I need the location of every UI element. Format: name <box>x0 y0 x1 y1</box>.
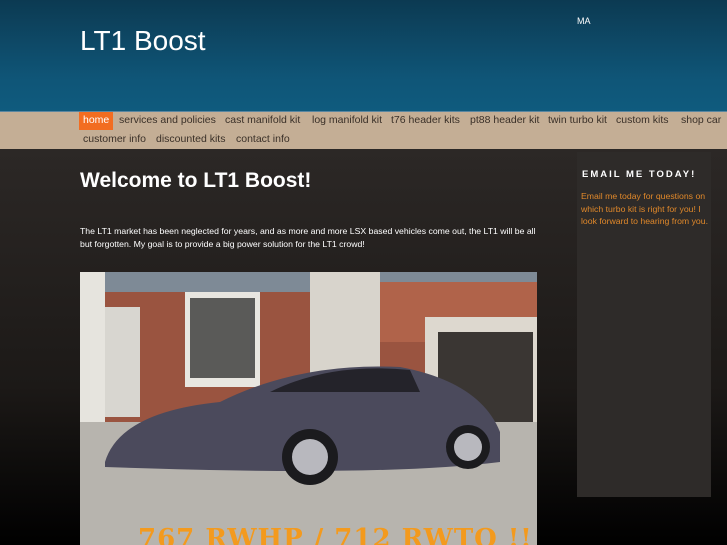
nav-services-and-policies[interactable]: services and policies <box>115 113 220 127</box>
page-title: Welcome to LT1 Boost! <box>80 169 312 192</box>
nav-shop-car[interactable]: shop car <box>677 113 725 127</box>
photo-caption: 767 RWHP / 712 RWTQ !! <box>138 524 533 545</box>
car-photo-illustration <box>80 272 537 545</box>
nav-contact-info[interactable]: contact info <box>232 132 294 146</box>
sidebar-email-box: EMAIL ME TODAY! Email me today for quest… <box>577 152 711 497</box>
nav-t76-header-kits[interactable]: t76 header kits <box>387 113 464 127</box>
nav-home[interactable]: home <box>79 112 114 130</box>
sidebar-title: EMAIL ME TODAY! <box>582 169 697 180</box>
site-header: LT1 Boost MA <box>0 0 727 111</box>
header-location: MA <box>577 16 591 26</box>
nav-discounted-kits[interactable]: discounted kits <box>152 132 229 146</box>
nav-pt88-header-kit[interactable]: pt88 header kit <box>466 113 543 127</box>
nav-log-manifold-kit[interactable]: log manifold kit <box>308 113 386 127</box>
nav-custom-kits[interactable]: custom kits <box>612 113 673 127</box>
nav-customer-info[interactable]: customer info <box>79 132 150 146</box>
site-title[interactable]: LT1 Boost <box>80 25 206 57</box>
intro-text: The LT1 market has been neglected for ye… <box>80 226 536 249</box>
nav-cast-manifold-kit[interactable]: cast manifold kit <box>221 113 304 127</box>
nav-twin-turbo-kit[interactable]: twin turbo kit <box>544 113 611 127</box>
main-nav: home services and policies cast manifold… <box>0 111 727 149</box>
sidebar-text: Email me today for questions on which tu… <box>581 191 708 226</box>
car-photo: 767 RWHP / 712 RWTQ !! <box>80 272 537 545</box>
